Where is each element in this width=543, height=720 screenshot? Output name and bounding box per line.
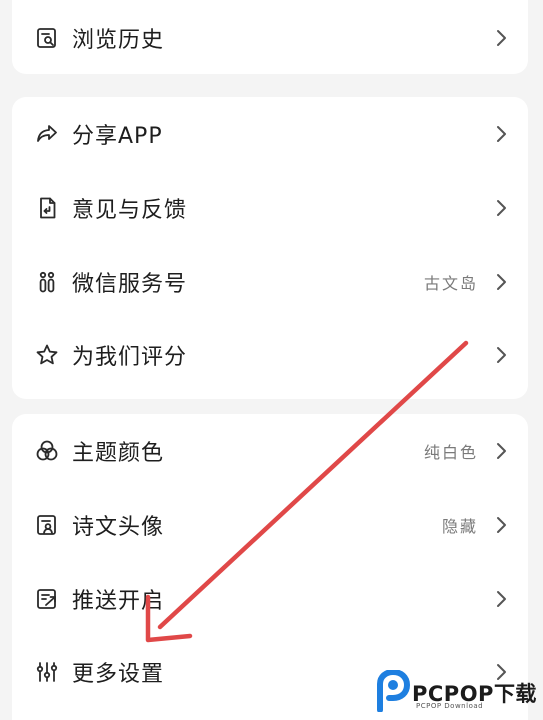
chevron-right-icon xyxy=(494,589,508,609)
menu-item-label: 浏览历史 xyxy=(72,28,165,53)
chevron-right-icon xyxy=(494,124,508,144)
pcpop-watermark: PCPOP下载 PCPOP Download xyxy=(376,668,540,716)
poem-avatar-icon xyxy=(34,512,60,538)
menu-item-value: 隐藏 xyxy=(441,517,478,536)
menu-item-history[interactable]: 浏览历史 xyxy=(12,8,528,68)
menu-item-rate-us[interactable]: 为我们评分 xyxy=(12,325,528,385)
menu-item-push[interactable]: 推送开启 xyxy=(12,569,528,629)
menu-item-label: 意见与反馈 xyxy=(72,198,188,223)
share-icon xyxy=(34,121,60,147)
menu-item-value: 纯白色 xyxy=(423,443,478,462)
pcpop-logo-icon xyxy=(377,670,411,712)
star-icon xyxy=(34,342,60,368)
menu-item-label: 为我们评分 xyxy=(72,345,188,370)
chevron-right-icon xyxy=(494,441,508,461)
chevron-right-icon xyxy=(494,198,508,218)
wechat-service-icon xyxy=(34,269,60,295)
theme-color-icon xyxy=(34,438,60,464)
chevron-right-icon xyxy=(494,28,508,48)
watermark-subtitle: PCPOP Download xyxy=(416,702,484,710)
history-icon xyxy=(34,25,60,51)
settings-screen: 浏览历史 分享APP 意见与反馈 微信服务号 古文岛 为我们评分 主题颜色 纯白… xyxy=(0,0,543,720)
menu-item-label: 微信服务号 xyxy=(72,272,188,297)
menu-item-label: 更多设置 xyxy=(72,662,165,687)
settings-card-history: 浏览历史 xyxy=(12,0,528,74)
menu-item-feedback[interactable]: 意见与反馈 xyxy=(12,178,528,238)
menu-item-label: 推送开启 xyxy=(72,589,165,614)
push-icon xyxy=(34,586,60,612)
feedback-icon xyxy=(34,195,60,221)
sliders-icon xyxy=(34,659,60,685)
watermark-brand-cn: 下载 xyxy=(493,682,537,706)
settings-card-general: 分享APP 意见与反馈 微信服务号 古文岛 为我们评分 xyxy=(12,97,528,399)
menu-item-label: 主题颜色 xyxy=(72,441,165,466)
menu-item-share-app[interactable]: 分享APP xyxy=(12,104,528,164)
chevron-right-icon xyxy=(494,515,508,535)
chevron-right-icon xyxy=(494,272,508,292)
menu-item-value: 古文岛 xyxy=(423,274,478,293)
menu-item-poem-avatar[interactable]: 诗文头像 隐藏 xyxy=(12,495,528,555)
menu-item-label: 分享APP xyxy=(72,124,163,149)
menu-item-wechat-service[interactable]: 微信服务号 古文岛 xyxy=(12,252,528,312)
menu-item-label: 诗文头像 xyxy=(72,515,165,540)
menu-item-theme-color[interactable]: 主题颜色 纯白色 xyxy=(12,421,528,481)
chevron-right-icon xyxy=(494,345,508,365)
